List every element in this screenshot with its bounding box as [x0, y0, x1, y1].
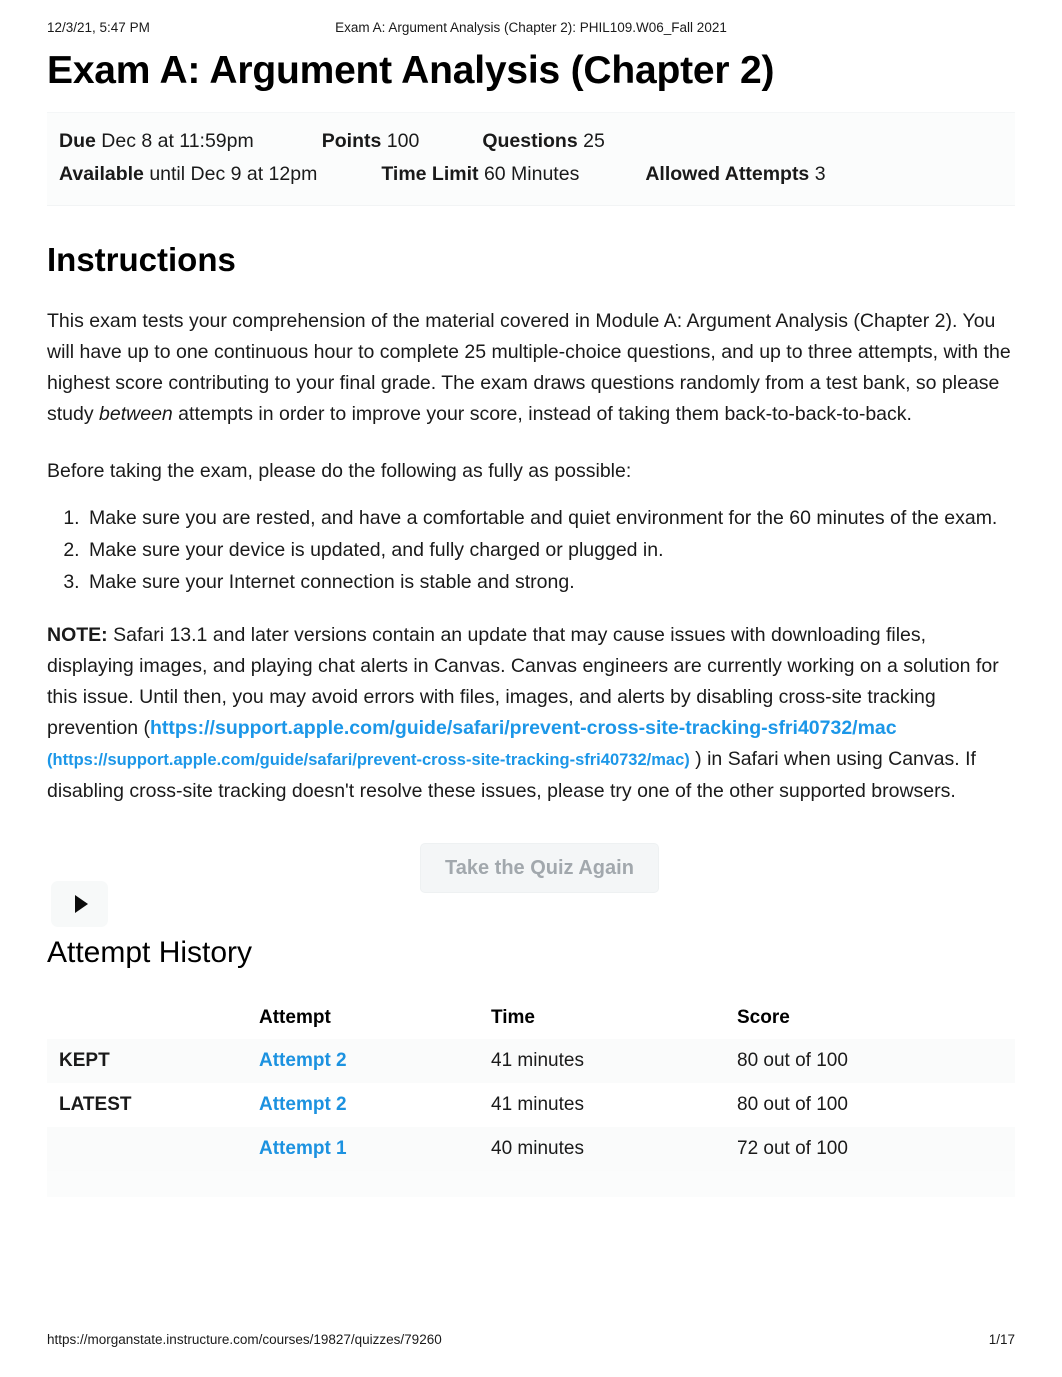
row-attempt: Attempt 1: [259, 1127, 491, 1171]
row-flag: [47, 1127, 259, 1171]
instructions-paragraph-1: This exam tests your comprehension of th…: [47, 306, 1015, 430]
attempt-link[interactable]: Attempt 2: [259, 1050, 347, 1071]
detail-allowed-attempts-value: 3: [814, 163, 826, 185]
quiz-details-row-1: Due Dec 8 at 11:59pm Points 100 Questions …: [59, 125, 1003, 158]
quiz-actions: Take the Quiz Again: [47, 831, 1015, 935]
attempt-link[interactable]: Attempt 1: [259, 1138, 347, 1159]
print-header-title: Exam A: Argument Analysis (Chapter 2): P…: [335, 20, 727, 35]
note-label: NOTE:: [47, 624, 108, 646]
row-score: 80 out of 100: [737, 1094, 848, 1115]
page-content: Exam A: Argument Analysis (Chapter 2) Du…: [47, 48, 1015, 1197]
instructions-paragraph-1-emphasis: between: [99, 403, 173, 425]
detail-points-value: 100: [386, 130, 420, 152]
list-item: Make sure your device is updated, and fu…: [85, 535, 1015, 566]
table-row: Attempt 1 40 minutes 72 out of 100: [47, 1127, 1015, 1171]
column-header-flag: [47, 997, 259, 1039]
safari-tracking-link-text: https://support.apple.com/guide/safari/p…: [149, 717, 897, 739]
play-icon: [74, 895, 88, 913]
detail-due-label: Due: [59, 130, 96, 152]
attempt-history-table: Attempt Time Score KEPT Attempt 2 41 min…: [47, 997, 1015, 1171]
instructions-heading: Instructions: [47, 241, 236, 278]
column-header-attempt: Attempt: [259, 1007, 331, 1028]
detail-time-limit: Time Limit 60 Minutes: [381, 158, 579, 191]
quiz-details-row-2: Available until Dec 9 at 12pm Time Limit …: [59, 158, 1003, 191]
instructions-steps-list: Make sure you are rested, and have a com…: [47, 503, 1015, 598]
attempt-history-thead: Attempt Time Score: [47, 997, 1015, 1039]
attempt-link[interactable]: Attempt 2: [259, 1094, 347, 1115]
print-footer-page: 1/17: [988, 1332, 1015, 1347]
list-item: Make sure you are rested, and have a com…: [85, 503, 1015, 534]
safari-tracking-link-url: (https://support.apple.com/guide/safari/…: [47, 751, 690, 769]
detail-allowed-attempts: Allowed Attempts 3: [645, 158, 825, 191]
detail-questions-label: Questions: [482, 130, 578, 152]
table-row: LATEST Attempt 2 41 minutes 80 out of 10…: [47, 1083, 1015, 1127]
row-attempt: Attempt 2: [259, 1039, 491, 1083]
attempt-history-heading: Attempt History: [47, 936, 253, 969]
play-icon-button[interactable]: [51, 881, 108, 927]
detail-available-label: Available: [59, 163, 144, 185]
detail-available: Available until Dec 9 at 12pm: [59, 158, 317, 191]
detail-questions-value: 25: [583, 130, 605, 152]
detail-points: Points 100: [322, 125, 420, 158]
table-header-row: Attempt Time Score: [47, 997, 1015, 1039]
row-time: 41 minutes: [491, 1094, 584, 1115]
column-header-score: Score: [737, 1007, 790, 1028]
row-attempt: Attempt 2: [259, 1083, 491, 1127]
print-header: 12/3/21, 5:47 PM Exam A: Argument Analys…: [0, 20, 1062, 40]
detail-due: Due Dec 8 at 11:59pm: [59, 125, 254, 158]
row-flag: KEPT: [59, 1050, 110, 1071]
table-row: KEPT Attempt 2 41 minutes 80 out of 100: [47, 1039, 1015, 1083]
attempt-history-bottom-band: [47, 1171, 1015, 1197]
row-flag: LATEST: [59, 1094, 132, 1115]
take-quiz-again-button[interactable]: Take the Quiz Again: [420, 843, 659, 893]
instructions-note: NOTE: Safari 13.1 and later versions con…: [47, 620, 1015, 807]
attempt-history-tbody: KEPT Attempt 2 41 minutes 80 out of 100 …: [47, 1039, 1015, 1171]
row-score: 80 out of 100: [737, 1050, 848, 1071]
print-footer: https://morganstate.instructure.com/cour…: [0, 1332, 1062, 1350]
detail-available-value: until Dec 9 at 12pm: [149, 163, 318, 185]
detail-time-limit-value: 60 Minutes: [483, 163, 580, 185]
detail-due-value: Dec 8 at 11:59pm: [101, 130, 254, 152]
row-score: 72 out of 100: [737, 1138, 848, 1159]
detail-points-label: Points: [321, 130, 382, 152]
row-time: 40 minutes: [491, 1138, 584, 1159]
page-title: Exam A: Argument Analysis (Chapter 2): [47, 49, 775, 92]
row-time: 41 minutes: [491, 1050, 584, 1071]
quiz-details-band: Due Dec 8 at 11:59pm Points 100 Questions …: [47, 112, 1015, 206]
detail-allowed-attempts-label: Allowed Attempts: [645, 163, 810, 185]
list-item: Make sure your Internet connection is st…: [85, 567, 1015, 598]
detail-time-limit-label: Time Limit: [381, 163, 479, 185]
detail-questions: Questions 25: [482, 125, 604, 158]
instructions-paragraph-2: Before taking the exam, please do the fo…: [47, 460, 632, 482]
instructions-paragraph-1-part-2: attempts in order to improve your score,…: [172, 403, 912, 425]
print-footer-url: https://morganstate.instructure.com/cour…: [47, 1332, 442, 1347]
column-header-time: Time: [491, 1007, 536, 1028]
